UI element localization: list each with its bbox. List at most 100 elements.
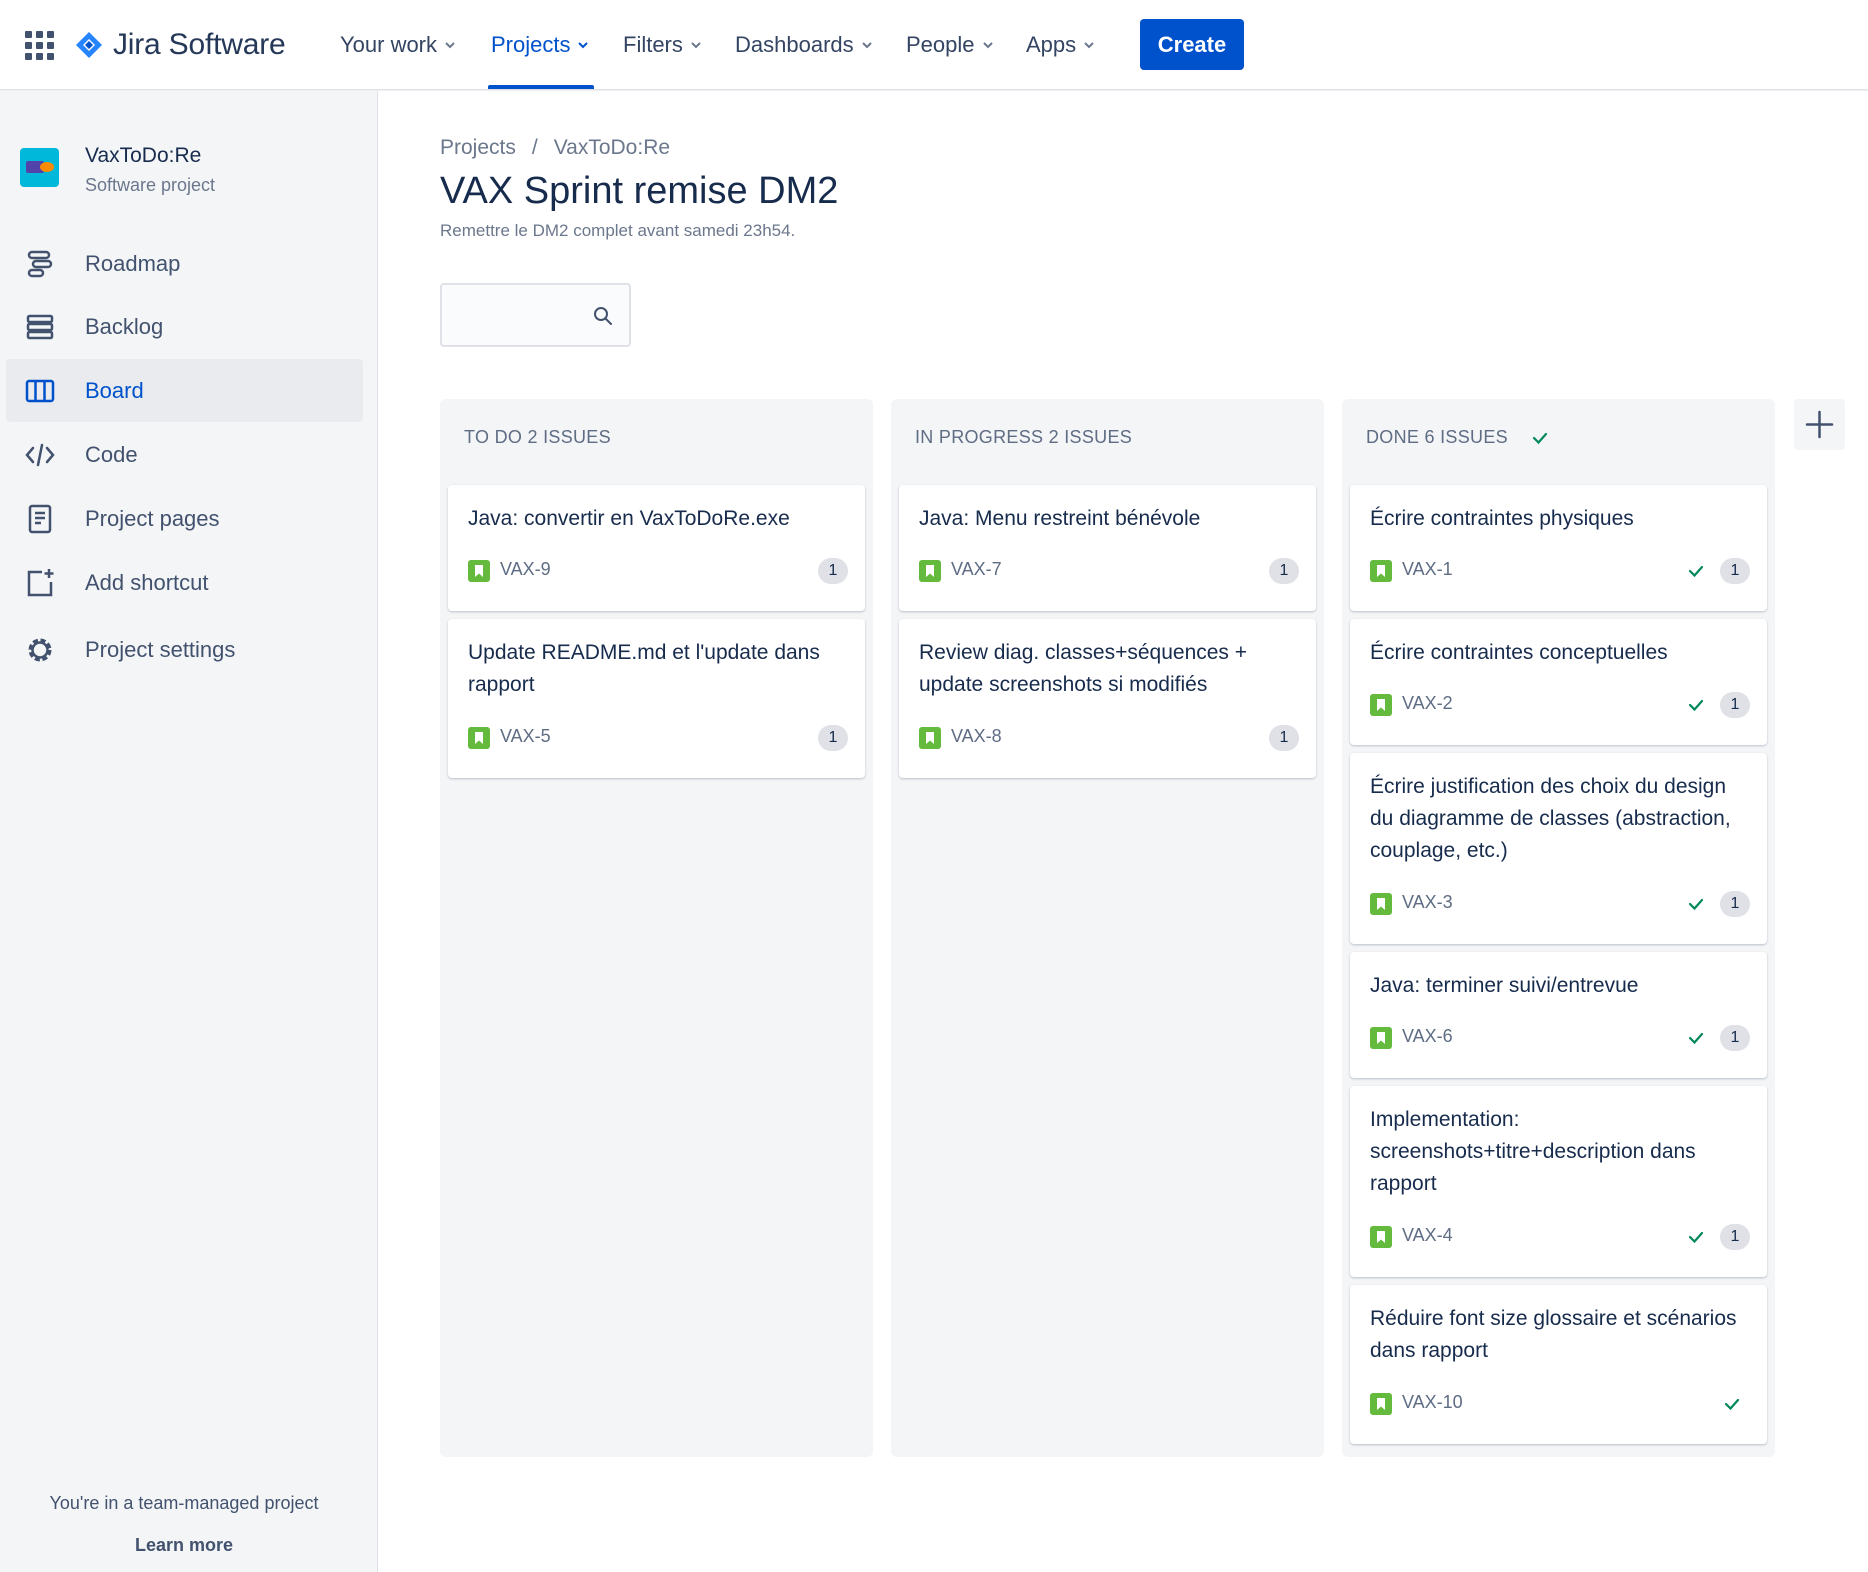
issue-card[interactable]: Java: terminer suivi/entrevue VAX-6 1 xyxy=(1350,952,1767,1078)
sidebar-item-label: Board xyxy=(85,377,144,403)
sidebar-item-roadmap[interactable]: Roadmap xyxy=(6,232,363,295)
card-footer: VAX-7 1 xyxy=(919,557,1299,585)
column-header: TO DO 2 ISSUES xyxy=(464,427,611,448)
sidebar-item-label: Roadmap xyxy=(85,250,181,276)
issue-summary: Java: terminer suivi/entrevue xyxy=(1370,974,1639,997)
story-points-badge: 1 xyxy=(1269,558,1299,584)
issue-card[interactable]: Écrire contraintes conceptuelles VAX-2 1 xyxy=(1350,619,1767,745)
project-name[interactable]: VaxToDo:Re xyxy=(85,144,201,168)
sidebar-item-label: Add shortcut xyxy=(85,569,209,595)
sprint-goal: Remettre le DM2 complet avant samedi 23h… xyxy=(440,221,796,240)
card-footer: VAX-4 1 xyxy=(1370,1223,1750,1251)
sidebar-item-code[interactable]: Code xyxy=(6,423,363,486)
add-column-button[interactable] xyxy=(1794,399,1845,450)
issue-key[interactable]: VAX-6 xyxy=(1402,1026,1453,1047)
nav-people[interactable]: People xyxy=(906,24,995,66)
issue-key[interactable]: VAX-8 xyxy=(951,726,1002,747)
nav-label: Dashboards xyxy=(735,32,854,57)
learn-more-link[interactable]: Learn more xyxy=(0,1535,368,1556)
issue-key[interactable]: VAX-3 xyxy=(1402,892,1453,913)
issue-card[interactable]: Review diag. classes+séquences + update … xyxy=(899,619,1316,778)
issue-key[interactable]: VAX-7 xyxy=(951,559,1002,580)
nav-label: Filters xyxy=(623,32,683,57)
board-icon xyxy=(25,379,55,402)
sidebar-item-label: Backlog xyxy=(85,313,164,339)
sidebar-item-board[interactable]: Board xyxy=(6,359,363,422)
story-points-badge: 1 xyxy=(818,725,848,751)
chevron-down-icon xyxy=(1084,42,1094,49)
check-icon xyxy=(1688,1231,1704,1244)
story-icon xyxy=(1370,893,1392,915)
breadcrumb-projects[interactable]: Projects xyxy=(440,136,516,160)
sidebar-item-add-shortcut[interactable]: Add shortcut xyxy=(6,551,363,614)
check-icon xyxy=(1688,898,1704,911)
sidebar-item-project-settings[interactable]: Project settings xyxy=(6,618,363,681)
search-input[interactable] xyxy=(450,293,580,337)
column-title: IN PROGRESS 2 ISSUES xyxy=(915,427,1133,447)
column-title: TO DO 2 ISSUES xyxy=(464,427,611,447)
card-footer: VAX-9 1 xyxy=(468,557,848,585)
board-search xyxy=(440,283,631,347)
story-points-badge: 1 xyxy=(1720,692,1750,718)
issue-card[interactable]: Java: convertir en VaxToDoRe.exe VAX-9 1 xyxy=(448,485,865,611)
chevron-down-icon xyxy=(445,42,455,49)
sidebar-item-backlog[interactable]: Backlog xyxy=(6,295,363,358)
story-icon xyxy=(468,560,490,582)
breadcrumb-project[interactable]: VaxToDo:Re xyxy=(554,136,670,160)
logo-text: Jira Software xyxy=(113,28,286,61)
issue-key[interactable]: VAX-10 xyxy=(1402,1392,1463,1413)
nav-projects[interactable]: Projects xyxy=(491,24,590,66)
check-icon xyxy=(1688,699,1704,712)
project-avatar[interactable] xyxy=(20,148,59,187)
story-points-badge: 1 xyxy=(1720,1224,1750,1250)
issue-summary: Java: Menu restreint bénévole xyxy=(919,507,1201,530)
issue-key[interactable]: VAX-4 xyxy=(1402,1225,1453,1246)
plus-icon xyxy=(1805,410,1834,439)
issue-key[interactable]: VAX-9 xyxy=(500,559,551,580)
story-icon xyxy=(919,560,941,582)
issue-card[interactable]: Écrire contraintes physiques VAX-1 1 xyxy=(1350,485,1767,611)
board-column-todo: TO DO 2 ISSUES Java: convertir en VaxToD… xyxy=(440,399,873,1457)
card-footer: VAX-6 1 xyxy=(1370,1024,1750,1052)
sidebar-item-project-pages[interactable]: Project pages xyxy=(6,487,363,550)
issue-card[interactable]: Implementation: screenshots+titre+descri… xyxy=(1350,1086,1767,1277)
issue-card[interactable]: Réduire font size glossaire et scénarios… xyxy=(1350,1285,1767,1444)
story-icon xyxy=(1370,1393,1392,1415)
card-footer: VAX-3 1 xyxy=(1370,890,1750,918)
issue-summary: Écrire justification des choix du design… xyxy=(1370,775,1731,862)
story-points-badge: 1 xyxy=(1720,558,1750,584)
chevron-down-icon xyxy=(982,42,993,49)
story-icon xyxy=(468,727,490,749)
issue-key[interactable]: VAX-2 xyxy=(1402,693,1453,714)
sidebar-item-label: Project settings xyxy=(85,636,236,662)
check-icon xyxy=(1724,1398,1740,1411)
issue-key[interactable]: VAX-1 xyxy=(1402,559,1453,580)
gear-icon xyxy=(28,638,52,661)
nav-dashboards[interactable]: Dashboards xyxy=(735,24,874,66)
search-icon[interactable] xyxy=(592,305,614,327)
add-shortcut-icon xyxy=(27,568,54,596)
story-icon xyxy=(1370,560,1392,582)
jira-logo[interactable]: Jira Software xyxy=(74,22,286,68)
jira-diamond-icon xyxy=(76,32,102,58)
create-button[interactable]: Create xyxy=(1140,19,1244,70)
nav-label: People xyxy=(906,32,975,57)
top-navigation: Jira Software Your work Projects Filters… xyxy=(0,0,1868,90)
page-title: VAX Sprint remise DM2 xyxy=(440,170,839,212)
issue-card[interactable]: Écrire justification des choix du design… xyxy=(1350,753,1767,944)
code-icon xyxy=(25,443,55,466)
team-managed-note: You're in a team-managed project xyxy=(49,1493,319,1513)
nav-your-work[interactable]: Your work xyxy=(340,24,457,66)
app-switcher-icon[interactable] xyxy=(25,31,55,61)
roadmap-icon xyxy=(27,250,53,277)
nav-filters[interactable]: Filters xyxy=(623,24,703,66)
issue-card[interactable]: Java: Menu restreint bénévole VAX-7 1 xyxy=(899,485,1316,611)
active-nav-indicator xyxy=(488,85,594,89)
story-points-badge: 1 xyxy=(1720,1025,1750,1051)
nav-label: Apps xyxy=(1026,32,1077,57)
issue-card[interactable]: Update README.md et l'update dans rappor… xyxy=(448,619,865,778)
card-footer: VAX-8 1 xyxy=(919,724,1299,752)
board-column-in-progress: IN PROGRESS 2 ISSUES Java: Menu restrein… xyxy=(891,399,1324,1457)
nav-apps[interactable]: Apps xyxy=(1026,24,1096,66)
issue-key[interactable]: VAX-5 xyxy=(500,726,551,747)
